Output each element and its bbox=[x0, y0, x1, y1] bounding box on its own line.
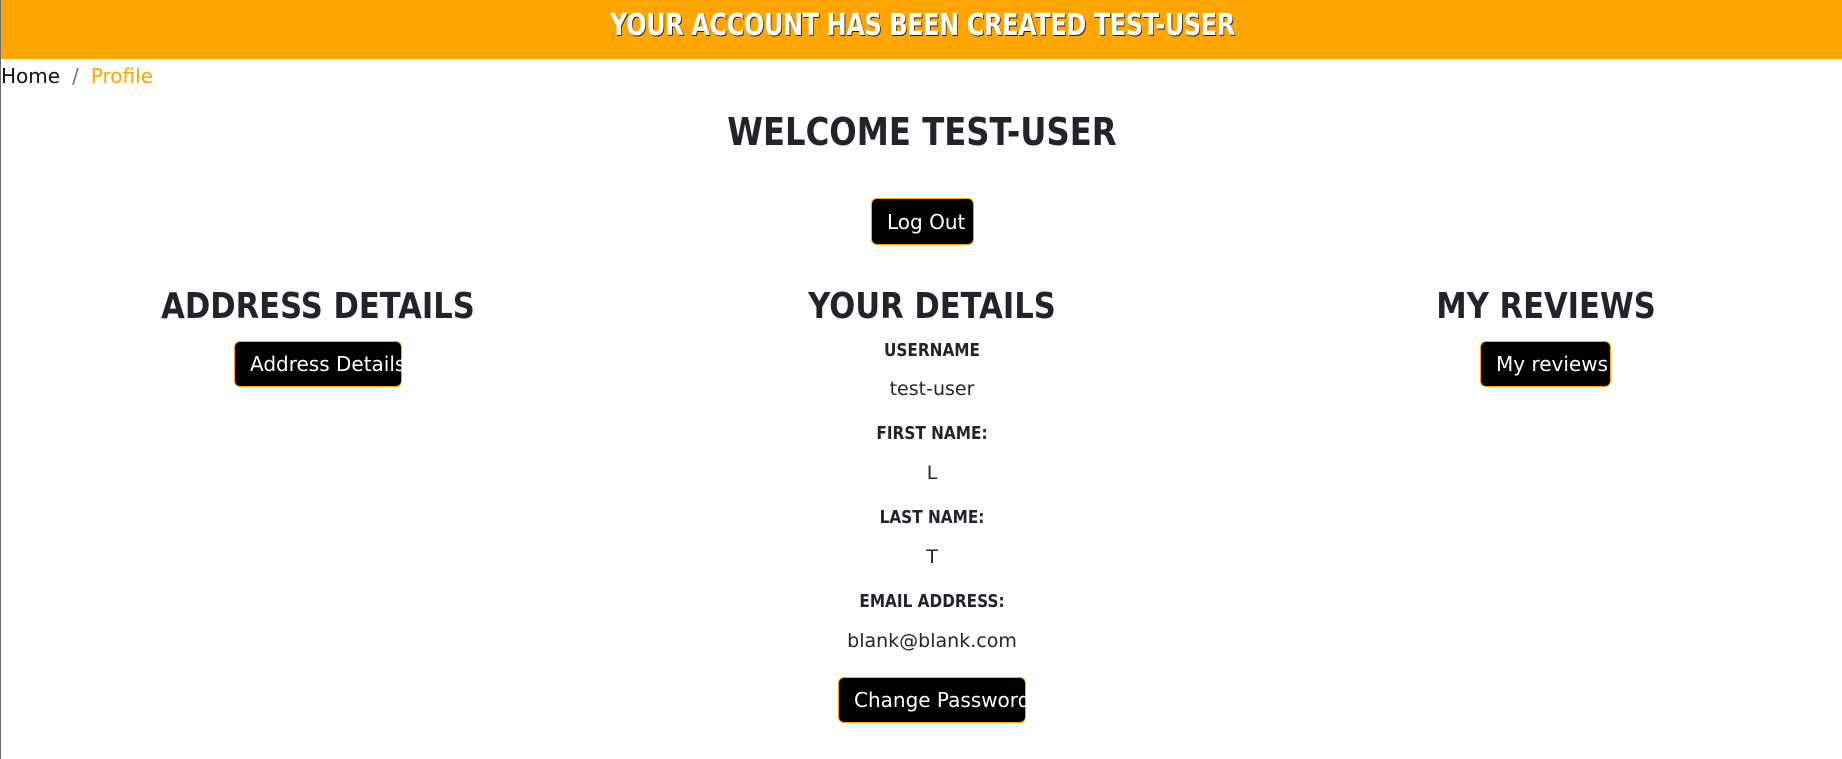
account-created-banner: Your account has been created test-user bbox=[1, 0, 1842, 59]
address-details-button[interactable]: Address Details bbox=[234, 341, 405, 387]
my-reviews-button[interactable]: My reviews bbox=[1480, 341, 1611, 387]
username-label: Username bbox=[883, 340, 980, 361]
banner-message: Your account has been created test-user bbox=[609, 8, 1235, 43]
last-name-value: T bbox=[926, 546, 938, 568]
breadcrumb: Home / Profile bbox=[1, 62, 153, 90]
email-label: Email Address: bbox=[859, 591, 1005, 612]
my-reviews-heading: My Reviews bbox=[1436, 286, 1656, 327]
breadcrumb-separator: / bbox=[72, 64, 79, 88]
last-name-label: Last Name: bbox=[879, 507, 985, 528]
first-name-value: L bbox=[926, 462, 938, 484]
first-name-label: First Name: bbox=[876, 423, 988, 444]
username-value: test-user bbox=[889, 378, 975, 400]
your-details-heading: Your Details bbox=[808, 286, 1056, 327]
change-password-button[interactable]: Change Password bbox=[838, 677, 1030, 723]
welcome-title: Welcome test-user bbox=[727, 110, 1117, 154]
breadcrumb-current: Profile bbox=[90, 64, 153, 88]
address-details-heading: Address Details bbox=[161, 286, 475, 327]
logout-button[interactable]: Log Out bbox=[871, 198, 974, 245]
breadcrumb-home-link[interactable]: Home bbox=[1, 62, 60, 90]
email-value: blank@blank.com bbox=[847, 630, 1017, 652]
